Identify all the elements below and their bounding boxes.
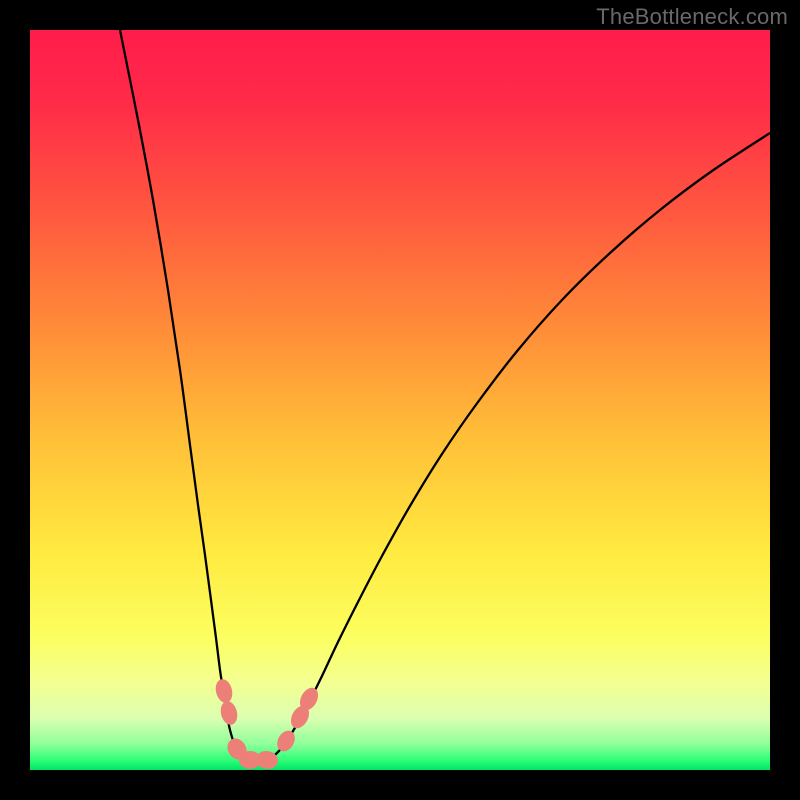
- plot-area: [30, 30, 770, 770]
- watermark-text: TheBottleneck.com: [596, 4, 788, 30]
- chart-svg: [30, 30, 770, 770]
- chart-frame: TheBottleneck.com: [0, 0, 800, 800]
